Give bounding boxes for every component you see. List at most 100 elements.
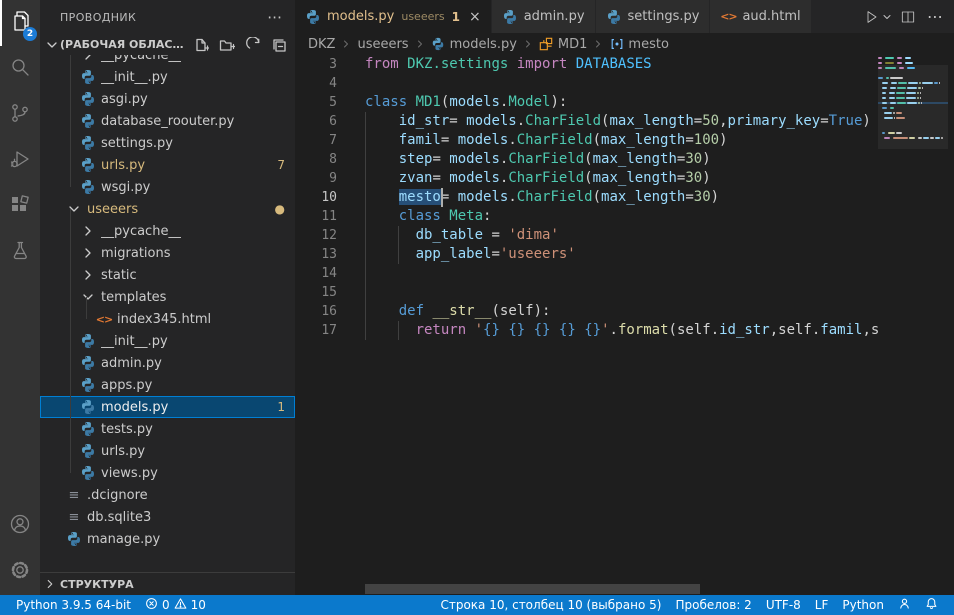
tree-item-asgi.py[interactable]: asgi.py [40, 88, 295, 110]
status-encoding[interactable]: UTF-8 [760, 595, 807, 615]
file-file-icon: ≡ [66, 487, 82, 503]
tab-aud.html[interactable]: <>aud.html [710, 0, 811, 33]
tree-item-urls.py[interactable]: urls.py7 [40, 154, 295, 176]
python-file-icon [80, 421, 96, 437]
tree-item-urls.py[interactable]: urls.py [40, 440, 295, 462]
collapse-folders-button[interactable] [269, 35, 289, 55]
breadcrumb-item-useeers[interactable]: useeers [357, 37, 408, 52]
activity-accounts[interactable] [0, 503, 40, 549]
chevron-right-icon [592, 38, 604, 50]
more-editor-actions-button[interactable]: ⋯ [923, 7, 948, 26]
outline-section-header[interactable]: СТРУКТУРА [40, 572, 295, 595]
status-python-interpreter[interactable]: Python 3.9.5 64-bit [10, 595, 137, 615]
tree-item-wsgi.py[interactable]: wsgi.py [40, 176, 295, 198]
breadcrumb-label: useeers [357, 37, 408, 52]
breadcrumb-item-MD1[interactable]: MD1 [539, 37, 588, 52]
activity-search[interactable] [0, 46, 40, 92]
breadcrumb-item-DKZ[interactable]: DKZ [308, 37, 335, 52]
tree-item-__pycache__[interactable]: __pycache__ [40, 220, 295, 242]
tree-item-label: templates [101, 290, 166, 305]
split-editor-button[interactable] [897, 6, 919, 28]
refresh-explorer-button[interactable] [243, 35, 263, 55]
tab-label: aud.html [742, 9, 800, 24]
tree-item-index345.html[interactable]: <> index345.html [40, 308, 295, 330]
chevron-right-icon [80, 223, 96, 239]
code-line-content: id_str= models.CharField(max_length=50,p… [337, 113, 871, 129]
warning-icon [174, 597, 187, 613]
tree-item-db.sqlite3[interactable]: ≡db.sqlite3 [40, 506, 295, 528]
git-badge: 7 [271, 158, 285, 172]
explorer-sidebar: ПРОВОДНИК ⋯ (РАБОЧАЯ ОБЛАСТЬ) ... __pyca… [40, 0, 295, 595]
status-text: Пробелов: 2 [675, 598, 751, 612]
tree-item-.dcignore[interactable]: ≡ .dcignore [40, 484, 295, 506]
run-dropdown-button[interactable] [881, 6, 893, 28]
new-file-button[interactable] [191, 35, 211, 55]
run-python-file-button[interactable] [861, 6, 883, 28]
status-eol[interactable]: LF [809, 595, 835, 615]
activity-testing[interactable] [0, 230, 40, 276]
tree-item-database_roouter.py[interactable]: database_roouter.py [40, 110, 295, 132]
line-number: 14 [295, 264, 337, 283]
code-line-8: 8 step= models.CharField(max_length=30) [295, 150, 954, 169]
explorer-more-icon[interactable]: ⋯ [265, 7, 285, 27]
tree-item-label: __init__.py [101, 70, 168, 85]
tree-item-templates[interactable]: templates [40, 286, 295, 308]
activity-run-and-debug[interactable] [0, 138, 40, 184]
file-file-icon: ≡ [66, 509, 82, 525]
activity-explorer[interactable]: 2 [0, 0, 40, 46]
tree-indent-guide [86, 297, 87, 319]
new-folder-button[interactable] [217, 35, 237, 55]
python-file-icon [80, 179, 96, 195]
tab-settings.py[interactable]: settings.py [596, 0, 711, 33]
tree-item-apps.py[interactable]: apps.py [40, 374, 295, 396]
tree-item-models.py[interactable]: models.py1 [40, 396, 295, 418]
chevron-right-icon [414, 38, 426, 50]
tree-item-settings.py[interactable]: settings.py [40, 132, 295, 154]
minimap[interactable] [878, 57, 948, 142]
status-feedback[interactable] [892, 595, 917, 615]
python-file-icon [80, 377, 96, 393]
status-indentation[interactable]: Пробелов: 2 [669, 595, 757, 615]
activity-extensions[interactable] [0, 184, 40, 230]
python-file-icon [80, 399, 96, 415]
tree-item-label: index345.html [117, 312, 211, 327]
breadcrumb-item-mesto[interactable]: mesto [609, 37, 669, 52]
tree-item-useeers[interactable]: useeers● [40, 198, 295, 220]
status-problems[interactable]: 010 [139, 595, 212, 615]
code-line-10: 10 mesto= models.CharField(max_length=30… [295, 188, 954, 207]
tree-item-tests.py[interactable]: tests.py [40, 418, 295, 440]
horizontal-scrollbar[interactable] [365, 584, 700, 594]
status-cursor-position[interactable]: Строка 10, столбец 10 (выбрано 5) [434, 595, 667, 615]
status-notifications[interactable] [919, 595, 944, 615]
code-line-7: 7 famil= models.CharField(max_length=100… [295, 131, 954, 150]
code-editor[interactable]: 3from DKZ.settings import DATABASES45cla… [295, 55, 954, 595]
tree-item-migrations[interactable]: migrations [40, 242, 295, 264]
close-icon[interactable]: × [469, 10, 481, 24]
editor-group: models.py useeers 1 × admin.pysettings.py<>a… [295, 0, 954, 595]
code-line-content: zvan= models.CharField(max_length=30) [337, 170, 711, 186]
symbol-field-icon [609, 37, 624, 52]
tree-item-label: __init__.py [101, 334, 168, 349]
code-line-content: class Meta: [337, 208, 491, 224]
tree-item-__init__.py[interactable]: __init__.py [40, 330, 295, 352]
html-file-icon: <> [96, 311, 112, 327]
tree-item-admin.py[interactable]: admin.py [40, 352, 295, 374]
breadcrumb-item-models.py[interactable]: models.py [431, 37, 517, 52]
status-text: Python 3.9.5 64-bit [16, 598, 131, 612]
tab-badge: 1 [452, 10, 460, 24]
tree-item-__init__.py[interactable]: __init__.py [40, 66, 295, 88]
status-language-mode[interactable]: Python [836, 595, 890, 615]
workspace-section-header[interactable]: (РАБОЧАЯ ОБЛАСТЬ) ... [40, 34, 295, 55]
tree-item-manage.py[interactable]: manage.py [40, 528, 295, 550]
activity-source-control[interactable] [0, 92, 40, 138]
activity-manage-settings[interactable] [0, 549, 40, 595]
tree-item-static[interactable]: static [40, 264, 295, 286]
line-number: 11 [295, 207, 337, 226]
code-line-content: def __str__(self): [337, 303, 550, 319]
tree-item-views.py[interactable]: views.py [40, 462, 295, 484]
status-count: 0 [162, 598, 170, 612]
minimap-slider[interactable] [878, 65, 948, 149]
tab-admin.py[interactable]: admin.py [492, 0, 596, 33]
tab-models.py[interactable]: models.pyuseeers1× [295, 0, 492, 33]
tree-item-label: .dcignore [87, 488, 148, 503]
